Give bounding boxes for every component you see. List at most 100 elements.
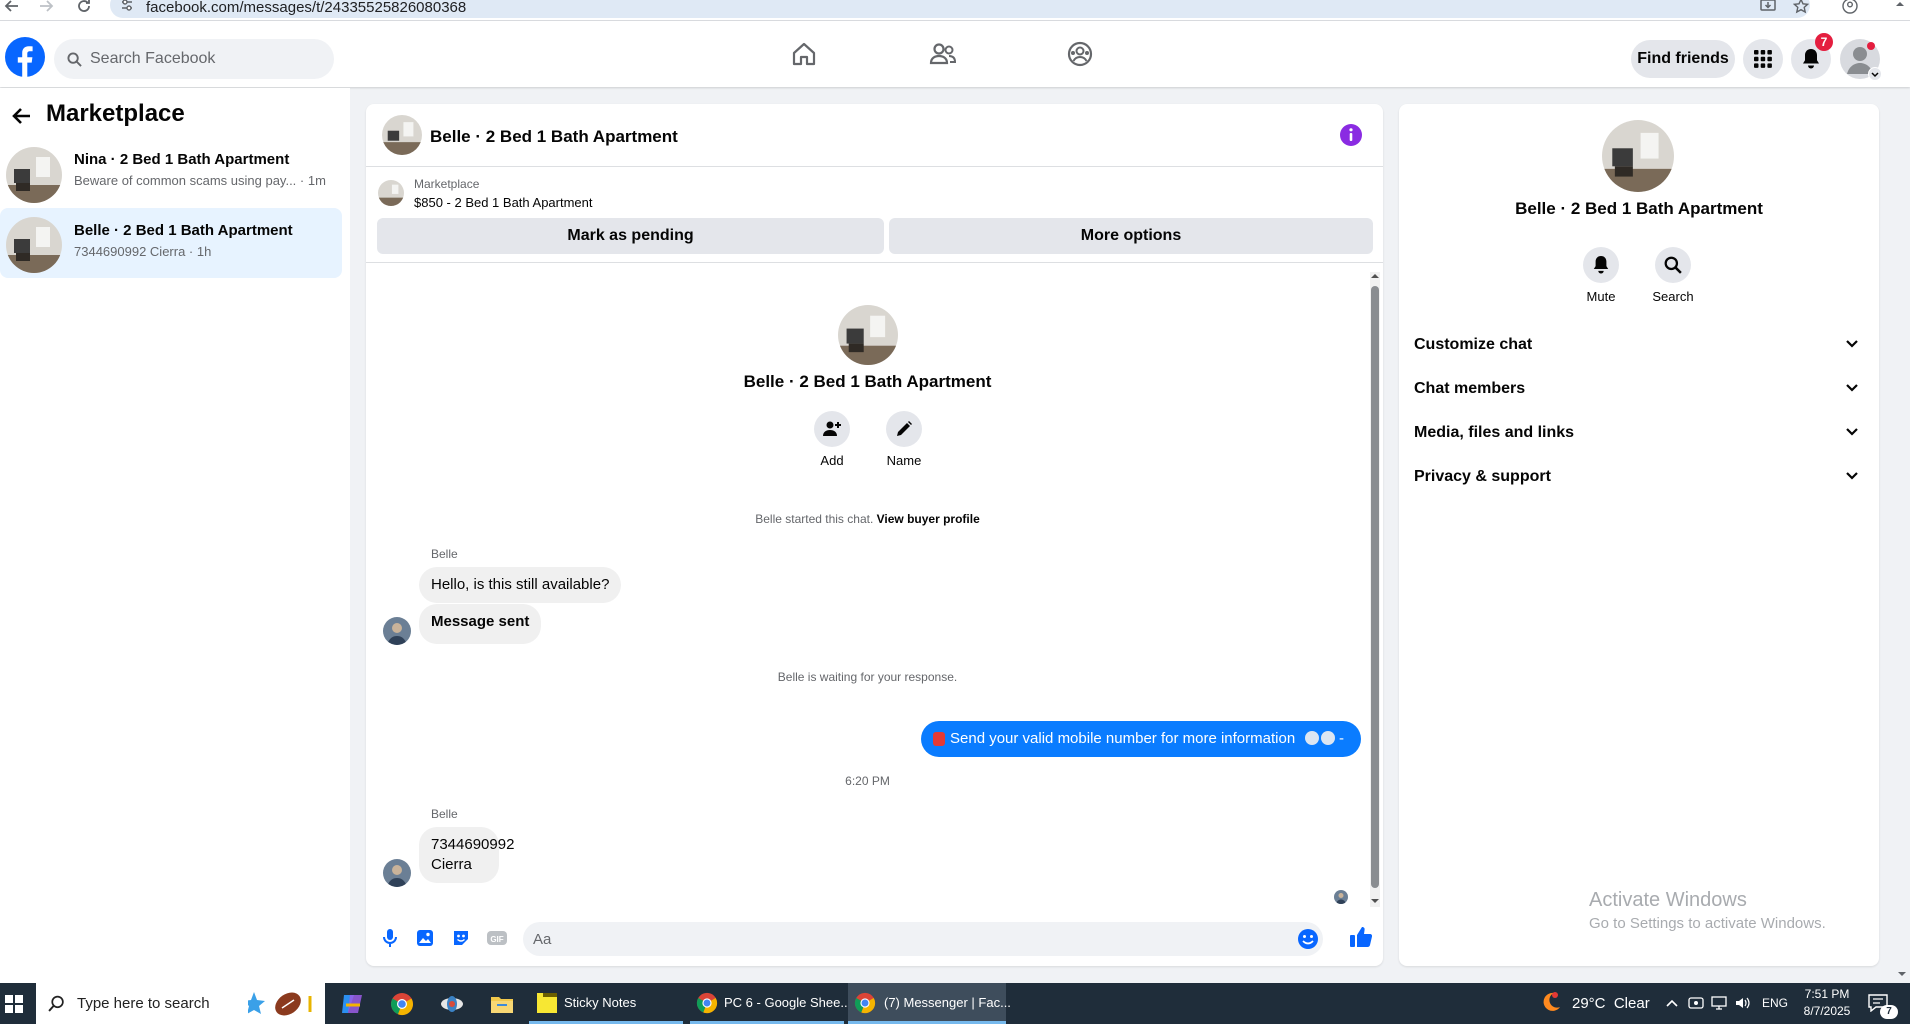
notifications-button[interactable]: 7	[1791, 33, 1833, 79]
view-buyer-profile-link[interactable]: View buyer profile	[877, 512, 980, 526]
chevron-down-icon	[1845, 383, 1859, 393]
info-avatar[interactable]	[1602, 120, 1674, 192]
back-icon[interactable]	[4, 0, 20, 14]
message-placeholder: Aa	[533, 931, 552, 948]
like-thumb-icon[interactable]	[1349, 925, 1373, 949]
home-icon[interactable]	[786, 36, 822, 72]
taskbar-search-box[interactable]: Type here to search	[36, 983, 325, 1024]
spin-app-icon[interactable]	[440, 992, 464, 1016]
conversation-item-nina[interactable]: Nina · 2 Bed 1 Bath Apartment Beware of …	[0, 140, 342, 210]
chat-avatar[interactable]	[382, 115, 422, 155]
section-label: Privacy & support	[1414, 468, 1551, 485]
search-facebook-box[interactable]: Search Facebook	[54, 39, 334, 79]
sticky-notes-icon-bar	[543, 993, 557, 997]
bookmark-star-icon[interactable]	[1793, 0, 1809, 14]
search-in-chat-button[interactable]	[1655, 247, 1691, 283]
volume-icon[interactable]	[1734, 995, 1752, 1011]
chat-title[interactable]: Belle · 2 Bed 1 Bath Apartment	[430, 127, 678, 147]
name-chat-button[interactable]	[886, 411, 922, 447]
taskbar-app-label: PC 6 - Google Shee...	[724, 995, 852, 1010]
customize-chat-section[interactable]: Customize chat	[1414, 327, 1864, 363]
forward-icon[interactable]	[38, 0, 54, 14]
url-text[interactable]: facebook.com/messages/t/2433552582608036…	[146, 0, 466, 16]
meet-now-icon[interactable]	[1688, 995, 1704, 1011]
weather-icon[interactable]	[1538, 991, 1562, 1015]
emoji-icon[interactable]	[1296, 927, 1320, 951]
clock-time[interactable]: 7:51 PM	[1802, 987, 1852, 1001]
scrollbar-thumb[interactable]	[1371, 286, 1379, 888]
back-arrow-icon[interactable]	[11, 105, 33, 127]
waiting-notice: Belle is waiting for your response.	[777, 670, 958, 684]
weather-text[interactable]: 29°C Clear	[1572, 995, 1650, 1012]
language-indicator[interactable]: ENG	[1762, 996, 1788, 1010]
photo-icon[interactable]	[415, 928, 435, 948]
listing-detail[interactable]: $850 - 2 Bed 1 Bath Apartment	[414, 195, 593, 210]
taskbar-app-messenger[interactable]: (7) Messenger | Fac...	[848, 983, 1011, 1024]
conversation-item-belle[interactable]: Belle · 2 Bed 1 Bath Apartment 734469099…	[0, 208, 342, 278]
gif-icon[interactable]: GIF	[486, 928, 508, 948]
outgoing-message[interactable]: Send your valid mobile number for more i…	[921, 721, 1361, 757]
football-search-highlight-icon	[248, 988, 324, 1020]
svg-text:GIF: GIF	[490, 935, 503, 944]
add-people-button[interactable]	[814, 411, 850, 447]
reload-icon[interactable]	[76, 0, 92, 14]
facebook-logo-icon[interactable]	[5, 37, 45, 77]
incoming-message[interactable]: Message sent	[419, 604, 542, 644]
pencil-icon	[895, 420, 913, 438]
taskbar-app-google-sheets[interactable]: PC 6 - Google Shee...	[690, 983, 851, 1024]
file-explorer-icon[interactable]	[490, 993, 514, 1015]
info-icon[interactable]	[1339, 123, 1363, 147]
install-app-icon[interactable]	[1760, 0, 1776, 14]
section-label: Customize chat	[1414, 336, 1533, 353]
incoming-message[interactable]: 7344690992 Cierra	[419, 827, 514, 883]
message-input[interactable]: Aa	[523, 922, 1323, 956]
profile-icon[interactable]	[1842, 0, 1858, 14]
chrome-icon	[696, 992, 718, 1014]
incoming-message[interactable]: Hello, is this still available?	[419, 567, 622, 603]
page-scroll-down-icon[interactable]	[1896, 968, 1908, 980]
copilot-icon[interactable]	[340, 993, 364, 1015]
more-options-button[interactable]: More options	[889, 218, 1373, 254]
chevron-down-icon	[1845, 427, 1859, 437]
section-label: Media, files and links	[1414, 424, 1575, 441]
microphone-icon[interactable]	[380, 928, 400, 948]
sticker-icon[interactable]	[451, 928, 471, 948]
seen-receipt-avatar	[1334, 890, 1348, 904]
intro-avatar	[838, 305, 898, 365]
search-icon	[48, 995, 65, 1012]
chevron-up-icon[interactable]	[1665, 998, 1679, 1008]
speech-bubble-emoji-icon	[1305, 731, 1319, 745]
network-icon[interactable]	[1710, 995, 1728, 1011]
clock-date[interactable]: 8/7/2025	[1802, 1004, 1852, 1018]
mark-as-pending-button[interactable]: Mark as pending	[377, 218, 884, 254]
chat-members-section[interactable]: Chat members	[1414, 371, 1864, 407]
account-button[interactable]	[1840, 39, 1882, 81]
chrome-icon	[854, 992, 876, 1014]
search-label: Search	[1652, 289, 1694, 304]
chat-panel: Belle · 2 Bed 1 Bath Apartment Marketpla…	[366, 104, 1383, 966]
find-friends-button[interactable]: Find friends	[1631, 40, 1735, 78]
friends-icon[interactable]	[925, 36, 961, 72]
marketplace-inbox: Marketplace Nina · 2 Bed 1 Bath Apartmen…	[0, 88, 350, 983]
scroll-up-icon[interactable]	[1371, 272, 1379, 280]
mute-button[interactable]	[1583, 247, 1619, 283]
media-files-links-section[interactable]: Media, files and links	[1414, 415, 1864, 451]
divider	[366, 166, 1383, 167]
sender-name: Belle	[431, 807, 458, 821]
chat-info-panel: Belle · 2 Bed 1 Bath Apartment Mute Sear…	[1399, 104, 1879, 966]
menu-button[interactable]	[1743, 39, 1783, 79]
listing-label: Marketplace	[414, 177, 480, 191]
taskbar-app-sticky-notes[interactable]: Sticky Notes	[529, 983, 683, 1024]
privacy-support-section[interactable]: Privacy & support	[1414, 459, 1864, 495]
browser-toolbar: facebook.com/messages/t/2433552582608036…	[0, 0, 1910, 21]
site-settings-icon[interactable]	[120, 0, 134, 12]
windows-start-icon[interactable]	[5, 995, 23, 1013]
facebook-header: Search Facebook Find friends 7	[0, 21, 1910, 87]
listing-thumbnail	[378, 180, 404, 206]
message-scrollbar[interactable]	[1370, 272, 1380, 907]
chrome-icon[interactable]	[390, 992, 414, 1016]
scroll-down-icon[interactable]	[1371, 897, 1379, 905]
taskbar-app-label: Sticky Notes	[564, 995, 637, 1010]
activate-windows-subtitle: Go to Settings to activate Windows.	[1589, 915, 1826, 932]
groups-icon[interactable]	[1062, 36, 1098, 72]
